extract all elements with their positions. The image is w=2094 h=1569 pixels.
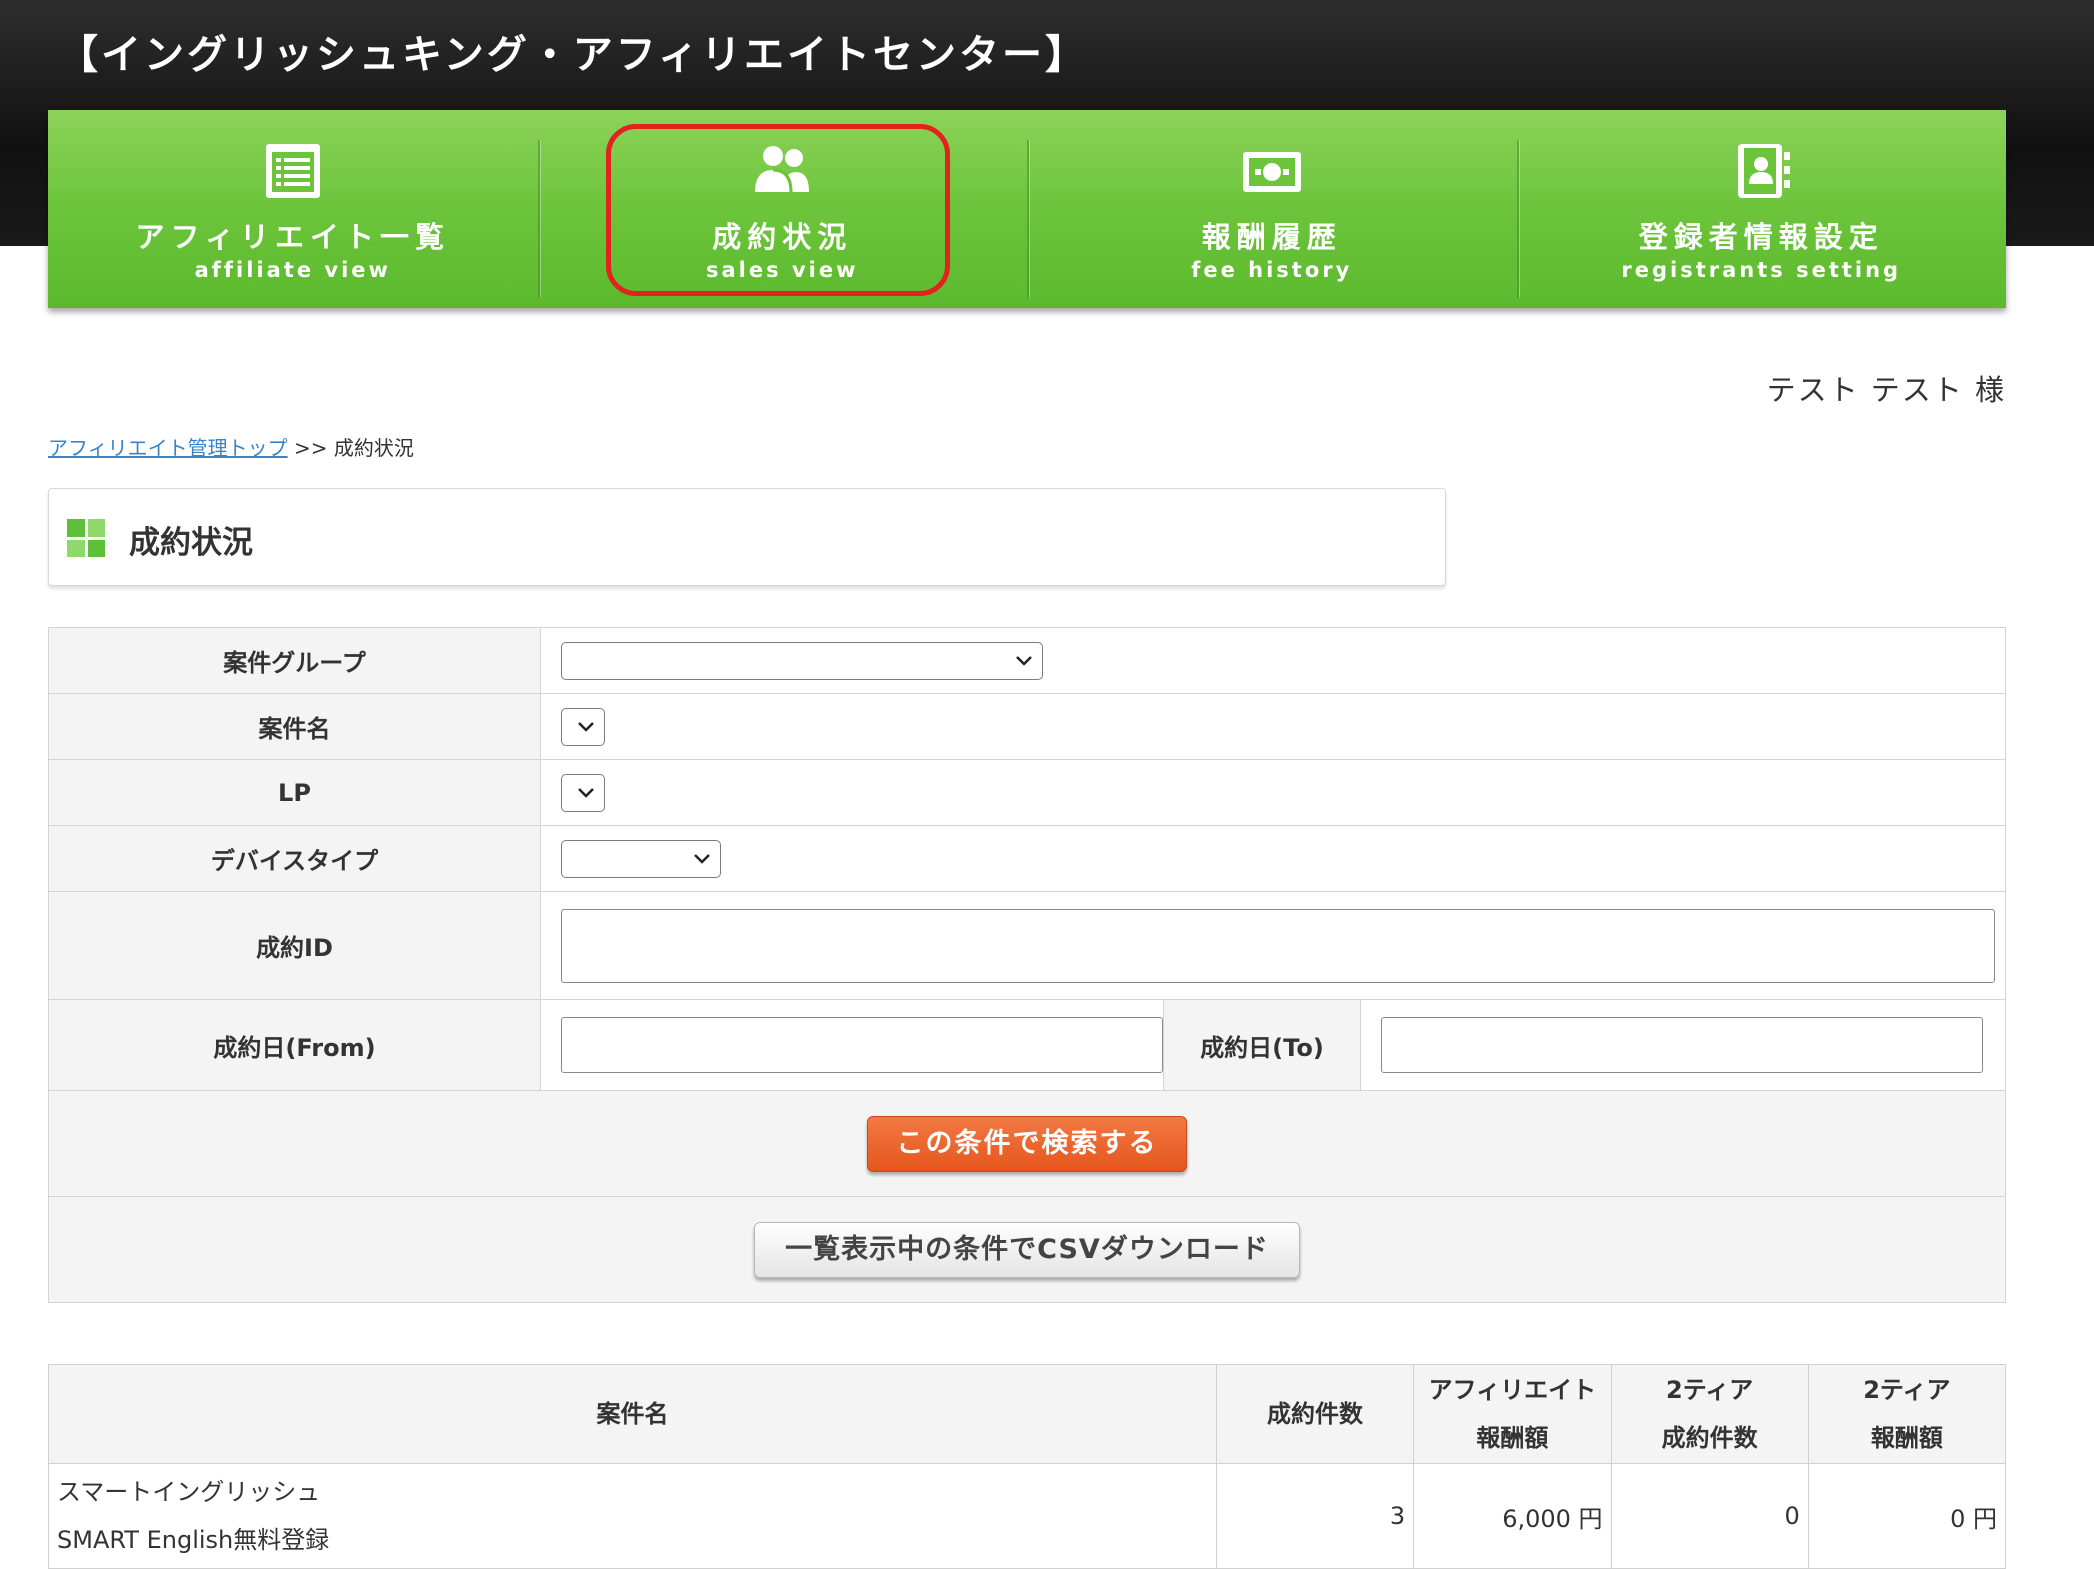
nav-label-en: affiliate view bbox=[194, 258, 391, 282]
nav-label-jp: アフィリエイト一覧 bbox=[135, 220, 450, 254]
search-form: 案件グループ 案件名 LP デバイスタイプ 成約ID 成約日(From) 成約日… bbox=[48, 627, 2006, 1303]
lp-label: LP bbox=[48, 759, 541, 826]
campaign-line2: SMART English無料登録 bbox=[57, 1526, 330, 1554]
date-to-input[interactable] bbox=[1381, 1017, 1983, 1073]
col-tier2-fee-line1: 2ティア bbox=[1863, 1376, 1951, 1404]
col-tier2-fee: 2ティア 報酬額 bbox=[1807, 1364, 2007, 1464]
date-from-input[interactable] bbox=[561, 1017, 1163, 1073]
list-icon bbox=[265, 144, 320, 198]
table-row: スマートイングリッシュ SMART English無料登録 3 6,000 円 … bbox=[48, 1463, 2007, 1569]
active-nav-highlight bbox=[606, 124, 950, 296]
affiliate-fee-cell: 6,000 円 bbox=[1413, 1463, 1612, 1569]
sale-id-input[interactable] bbox=[561, 908, 1995, 983]
main-nav: アフィリエイト一覧 affiliate view 成約状況 sales view… bbox=[48, 110, 2006, 308]
col-campaign: 案件名 bbox=[48, 1364, 1217, 1464]
nav-fee-history[interactable]: 報酬履歴 fee history bbox=[1027, 110, 1517, 308]
sales-count-cell: 3 bbox=[1215, 1463, 1415, 1569]
campaign-group-label: 案件グループ bbox=[48, 627, 541, 694]
col-affiliate-fee-line1: アフィリエイト bbox=[1428, 1376, 1597, 1404]
sale-id-label: 成約ID bbox=[48, 891, 541, 1000]
search-button[interactable]: この条件で検索する bbox=[867, 1115, 1187, 1172]
contact-book-icon bbox=[1738, 144, 1791, 198]
col-tier2-count: 2ティア 成約件数 bbox=[1610, 1364, 1809, 1464]
breadcrumb: アフィリエイト管理トップ >> 成約状況 bbox=[48, 432, 414, 461]
chevron-down-icon bbox=[1016, 655, 1032, 666]
campaign-group-select[interactable] bbox=[561, 641, 1043, 680]
col-affiliate-fee-line2: 報酬額 bbox=[1476, 1424, 1549, 1452]
chevron-down-icon bbox=[578, 721, 594, 732]
page-title: 成約状況 bbox=[129, 525, 253, 561]
chevron-down-icon bbox=[694, 853, 710, 864]
campaign-line1: スマートイングリッシュ bbox=[57, 1478, 321, 1506]
nav-label-jp: 登録者情報設定 bbox=[1638, 220, 1884, 254]
nav-label-en: registrants setting bbox=[1621, 258, 1902, 282]
lp-select[interactable] bbox=[561, 773, 605, 812]
grid-icon bbox=[67, 519, 105, 557]
col-affiliate-fee: アフィリエイト 報酬額 bbox=[1413, 1364, 1612, 1464]
col-sales-count: 成約件数 bbox=[1215, 1364, 1415, 1464]
breadcrumb-separator: >> bbox=[293, 436, 328, 460]
user-name: テスト テスト 様 bbox=[1766, 373, 2006, 407]
chevron-down-icon bbox=[578, 787, 594, 798]
tier2-fee-cell: 0 円 bbox=[1807, 1463, 2007, 1569]
campaign-name-label: 案件名 bbox=[48, 693, 541, 760]
results-table: 案件名 成約件数 アフィリエイト 報酬額 2ティア 成約件数 2ティア 報酬額 … bbox=[48, 1364, 2007, 1569]
site-title: 【イングリッシュキング・アフィリエイトセンター】 bbox=[58, 32, 1088, 78]
col-tier2-count-line1: 2ティア bbox=[1666, 1376, 1754, 1404]
col-tier2-fee-line2: 報酬額 bbox=[1870, 1424, 1943, 1452]
date-from-label: 成約日(From) bbox=[48, 999, 541, 1091]
breadcrumb-home-link[interactable]: アフィリエイト管理トップ bbox=[48, 436, 288, 460]
campaign-cell: スマートイングリッシュ SMART English無料登録 bbox=[48, 1463, 1217, 1569]
csv-download-button[interactable]: 一覧表示中の条件でCSVダウンロード bbox=[754, 1221, 1300, 1278]
date-to-label: 成約日(To) bbox=[1163, 999, 1361, 1091]
nav-affiliate-view[interactable]: アフィリエイト一覧 affiliate view bbox=[48, 110, 538, 308]
tier2-count-cell: 0 bbox=[1610, 1463, 1809, 1569]
nav-label-en: fee history bbox=[1191, 258, 1353, 282]
nav-registrants-setting[interactable]: 登録者情報設定 registrants setting bbox=[1516, 110, 2007, 308]
col-tier2-count-line2: 成約件数 bbox=[1661, 1424, 1758, 1452]
page-heading-box: 成約状況 bbox=[48, 488, 1446, 586]
breadcrumb-current: 成約状況 bbox=[333, 436, 414, 460]
device-type-label: デバイスタイプ bbox=[48, 825, 541, 892]
device-type-select[interactable] bbox=[561, 839, 721, 878]
nav-label-jp: 報酬履歴 bbox=[1201, 220, 1342, 254]
campaign-name-select[interactable] bbox=[561, 707, 605, 746]
money-icon bbox=[1242, 152, 1301, 192]
